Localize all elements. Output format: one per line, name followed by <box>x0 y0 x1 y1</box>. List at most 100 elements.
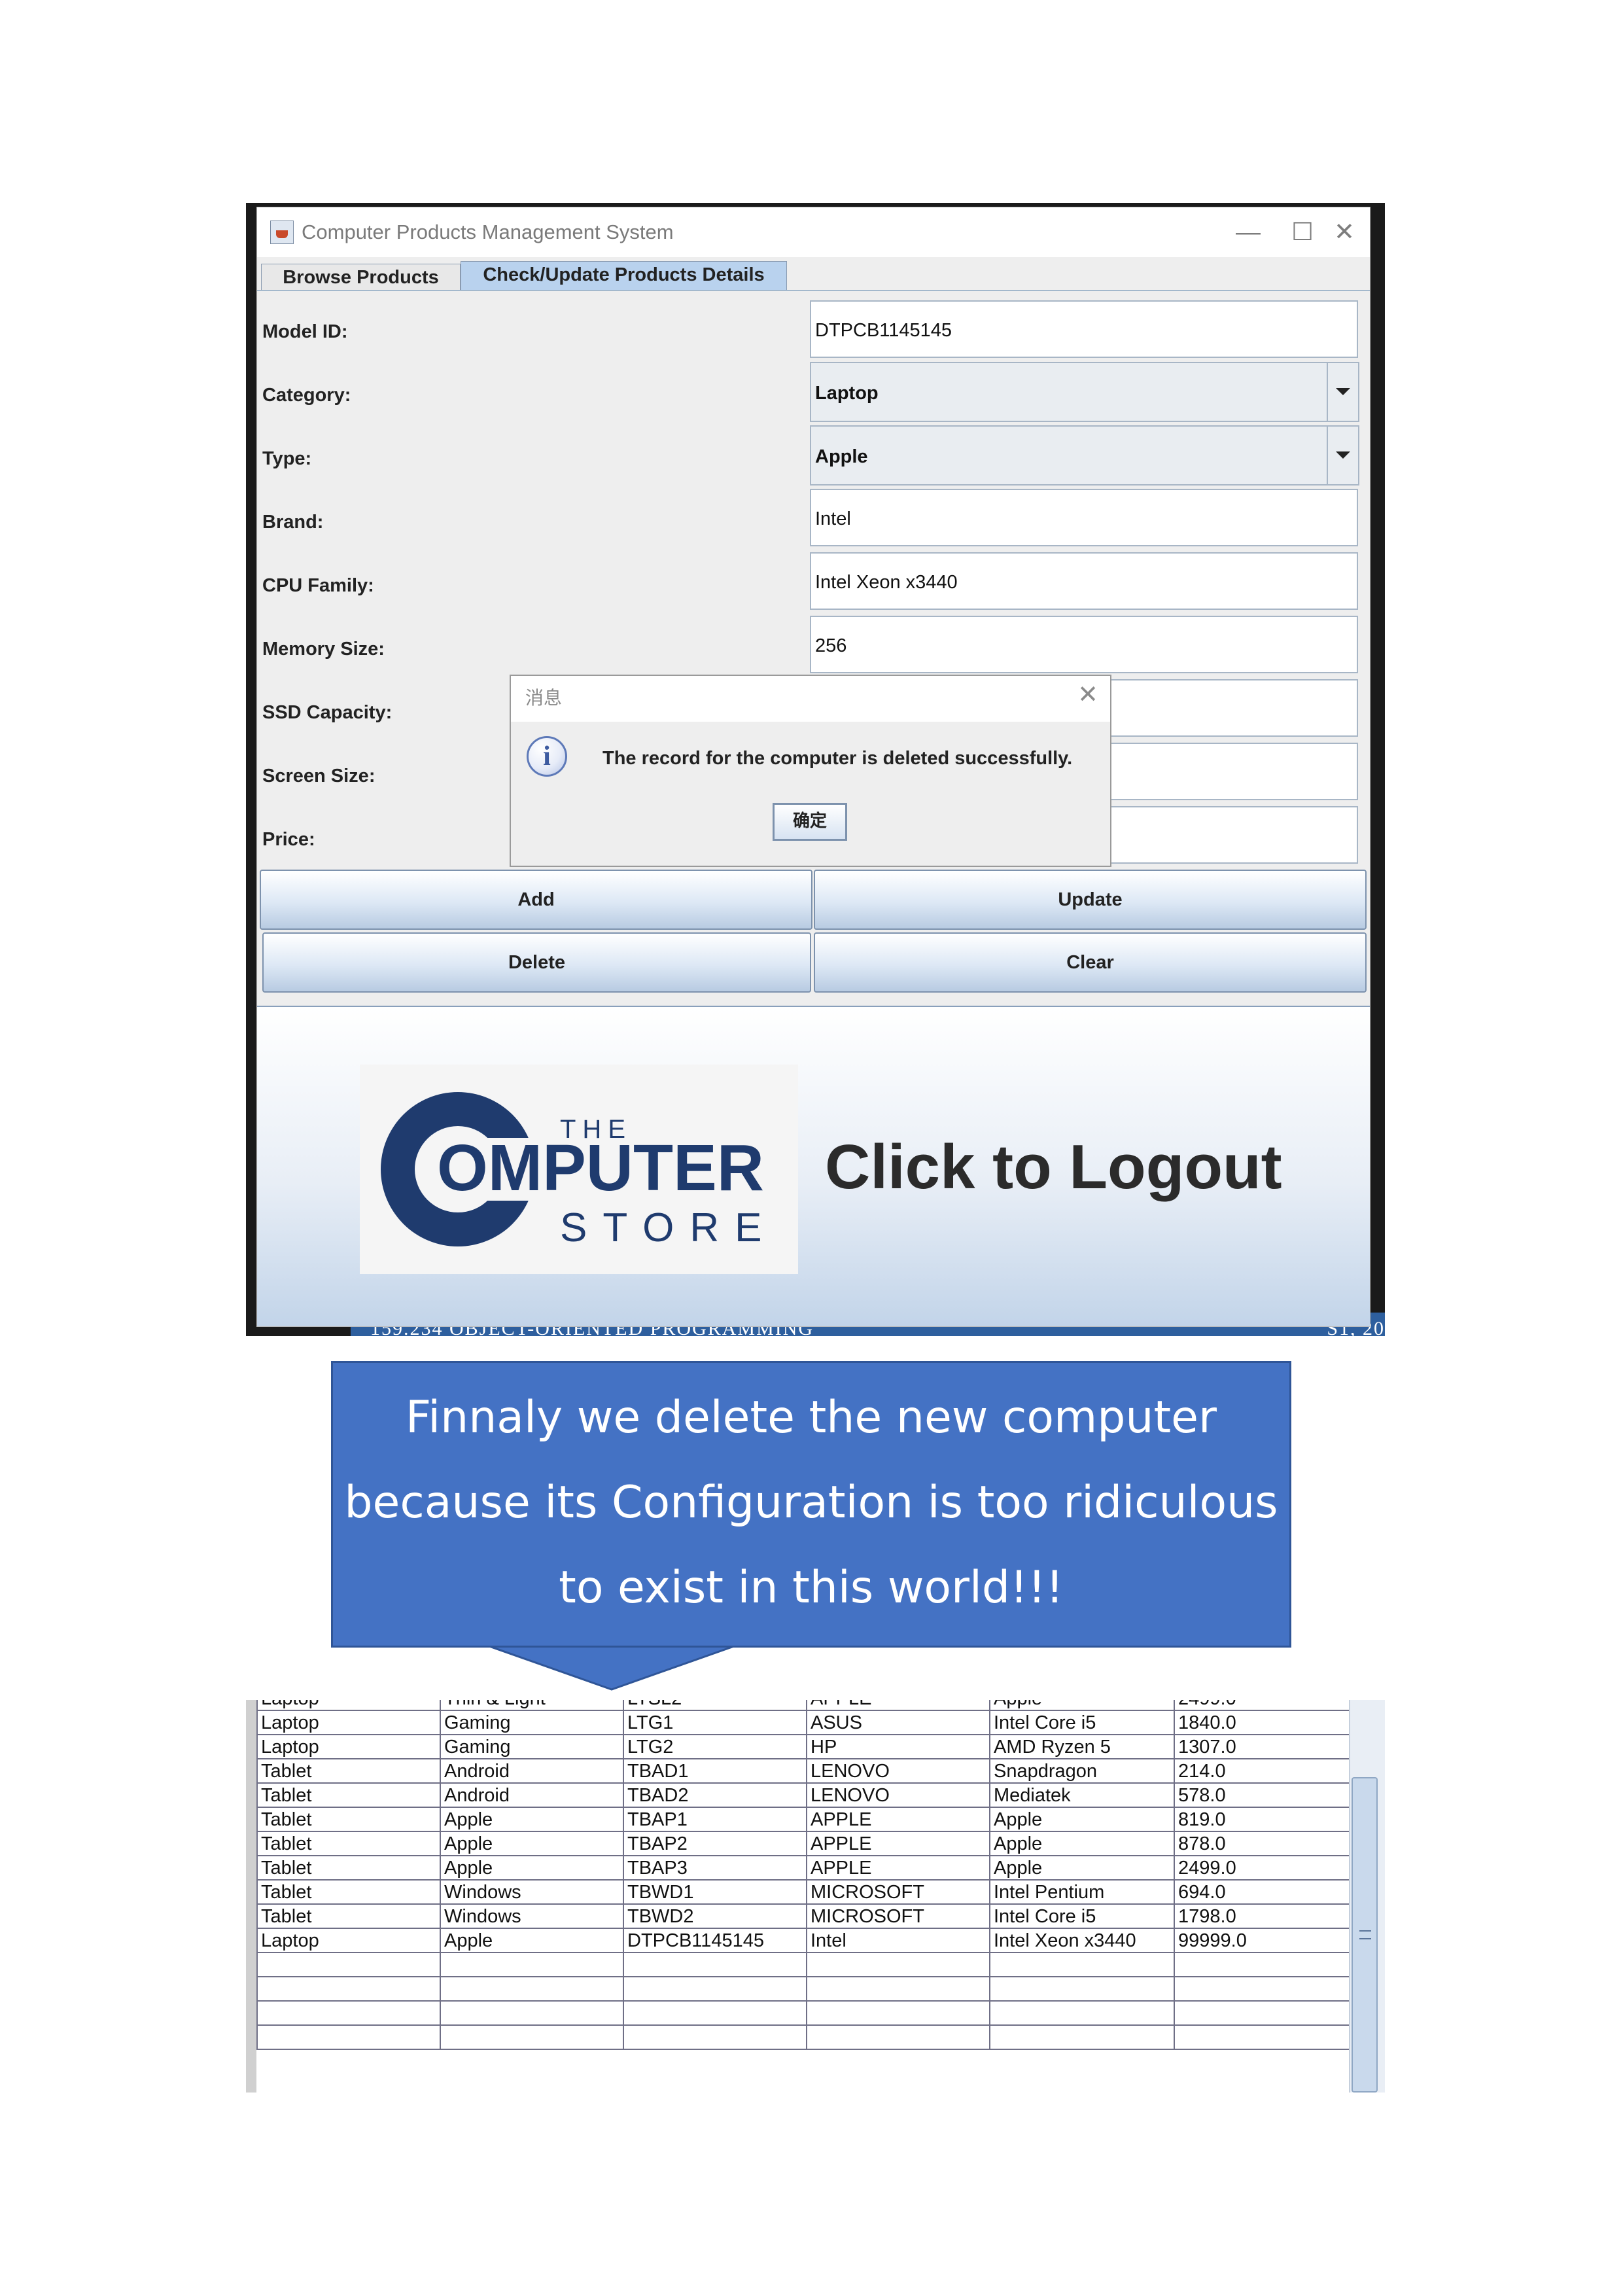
table-cell[interactable]: MICROSOFT <box>806 1903 990 1929</box>
table-cell[interactable]: Apple <box>440 1928 624 1953</box>
table-cell[interactable] <box>440 1976 624 2002</box>
table-cell[interactable] <box>989 2024 1175 2050</box>
table-row[interactable]: Tablet Apple TBAP1 APPLE Apple 819.0 <box>256 1807 1358 1832</box>
table-cell[interactable]: TBAD2 <box>623 1782 807 1808</box>
memory-size-field[interactable]: 256 <box>810 616 1358 673</box>
table-cell[interactable] <box>1174 1952 1358 1977</box>
table-row[interactable]: Tablet Apple TBAP3 APPLE Apple 2499.0 <box>256 1855 1358 1881</box>
table-cell[interactable]: Apple <box>989 1807 1175 1832</box>
category-select[interactable]: Laptop <box>810 362 1359 422</box>
table-cell[interactable]: Tablet <box>256 1782 441 1808</box>
table-row[interactable]: Laptop Apple DTPCB1145145 Intel Intel Xeon x… <box>256 1928 1358 1953</box>
table-row[interactable]: Tablet Apple TBAP2 APPLE Apple 878.0 <box>256 1831 1358 1856</box>
table-row[interactable]: Tablet Android TBAD2 LENOVO Mediatek 578.0 <box>256 1782 1358 1808</box>
table-row[interactable] <box>256 1952 1358 1977</box>
table-cell[interactable] <box>623 1976 807 2002</box>
table-cell[interactable]: LENOVO <box>806 1782 990 1808</box>
table-cell[interactable]: LENOVO <box>806 1758 990 1784</box>
logout-button[interactable]: THE OMPUTER STORE Click to Logout <box>257 1006 1370 1326</box>
cpu-family-field[interactable]: Intel Xeon x3440 <box>810 552 1358 610</box>
table-row[interactable]: Tablet Windows TBWD2 MICROSOFT Intel Core i5… <box>256 1903 1358 1929</box>
table-cell[interactable]: 1840.0 <box>1174 1710 1358 1735</box>
table-cell[interactable]: Windows <box>440 1879 624 1905</box>
table-cell[interactable]: 878.0 <box>1174 1831 1358 1856</box>
table-cell[interactable] <box>440 1952 624 1977</box>
table-cell[interactable]: TBAP3 <box>623 1855 807 1881</box>
table-cell[interactable]: Android <box>440 1758 624 1784</box>
table-cell[interactable]: Intel Core i5 <box>989 1903 1175 1929</box>
table-cell[interactable]: LTSL2 <box>623 1700 807 1711</box>
table-cell[interactable]: 578.0 <box>1174 1782 1358 1808</box>
table-cell[interactable]: 214.0 <box>1174 1758 1358 1784</box>
table-cell[interactable]: Tablet <box>256 1807 441 1832</box>
table-cell[interactable]: AMD Ryzen 5 <box>989 1734 1175 1759</box>
table-cell[interactable] <box>989 1952 1175 1977</box>
table-cell[interactable]: TBAP1 <box>623 1807 807 1832</box>
add-button[interactable]: Add <box>260 870 812 930</box>
table-cell[interactable]: Apple <box>440 1807 624 1832</box>
table-row[interactable] <box>256 1976 1358 2002</box>
table-cell[interactable]: Snapdragon <box>989 1758 1175 1784</box>
table-row[interactable]: Tablet Windows TBWD1 MICROSOFT Intel Pentium… <box>256 1879 1358 1905</box>
table-cell[interactable] <box>806 1952 990 1977</box>
brand-field[interactable]: Intel <box>810 489 1358 546</box>
table-cell[interactable]: HP <box>806 1734 990 1759</box>
table-cell[interactable]: Tablet <box>256 1831 441 1856</box>
table-cell[interactable]: MICROSOFT <box>806 1879 990 1905</box>
table-row[interactable]: LaptopThin & LightLTSL2APPLEApple2499.0 <box>256 1700 1358 1711</box>
table-cell[interactable]: Android <box>440 1782 624 1808</box>
table-cell[interactable]: Laptop <box>256 1734 441 1759</box>
table-row[interactable] <box>256 2000 1358 2026</box>
table-cell[interactable]: TBWD2 <box>623 1903 807 1929</box>
table-cell[interactable]: Tablet <box>256 1879 441 1905</box>
scrollbar-thumb[interactable] <box>1352 1777 1378 2093</box>
table-cell[interactable]: Apple <box>989 1700 1175 1711</box>
table-cell[interactable] <box>1174 2000 1358 2026</box>
table-cell[interactable] <box>440 2024 624 2050</box>
table-cell[interactable]: LTG1 <box>623 1710 807 1735</box>
table-cell[interactable] <box>256 1976 441 2002</box>
table-cell[interactable] <box>1174 1976 1358 2002</box>
table-cell[interactable] <box>623 2024 807 2050</box>
minimize-icon[interactable]: — <box>1229 214 1268 251</box>
table-cell[interactable] <box>256 2000 441 2026</box>
table-cell[interactable]: Tablet <box>256 1758 441 1784</box>
table-cell[interactable] <box>806 1976 990 2002</box>
table-cell[interactable]: 694.0 <box>1174 1879 1358 1905</box>
table-row[interactable]: Tablet Android TBAD1 LENOVO Snapdragon 214.0 <box>256 1758 1358 1784</box>
table-cell[interactable]: ASUS <box>806 1710 990 1735</box>
table-cell[interactable] <box>623 1952 807 1977</box>
close-icon[interactable]: ✕ <box>1077 680 1098 709</box>
table-cell[interactable] <box>806 2000 990 2026</box>
update-button[interactable]: Update <box>814 870 1367 930</box>
table-cell[interactable]: APPLE <box>806 1700 990 1711</box>
table-cell[interactable]: APPLE <box>806 1855 990 1881</box>
model-id-field[interactable]: DTPCB1145145 <box>810 300 1358 358</box>
table-cell[interactable] <box>440 2000 624 2026</box>
table-cell[interactable]: 2499.0 <box>1174 1700 1358 1711</box>
table-cell[interactable]: Apple <box>989 1855 1175 1881</box>
table-cell[interactable] <box>989 2000 1175 2026</box>
maximize-icon[interactable]: ☐ <box>1283 214 1322 251</box>
delete-button[interactable]: Delete <box>262 932 811 993</box>
table-cell[interactable] <box>623 2000 807 2026</box>
table-cell[interactable]: Laptop <box>256 1710 441 1735</box>
table-cell[interactable]: DTPCB1145145 <box>623 1928 807 1953</box>
table-cell[interactable]: Thin & Light <box>440 1700 624 1711</box>
table-cell[interactable]: Intel Pentium <box>989 1879 1175 1905</box>
table-cell[interactable]: Intel Core i5 <box>989 1710 1175 1735</box>
table-cell[interactable]: Laptop <box>256 1700 441 1711</box>
chevron-down-icon[interactable] <box>1327 363 1358 421</box>
table-cell[interactable]: Gaming <box>440 1734 624 1759</box>
tab-check-update-products[interactable]: Check/Update Products Details <box>461 261 787 290</box>
vertical-scrollbar[interactable] <box>1349 1700 1385 2093</box>
clear-button[interactable]: Clear <box>814 932 1367 993</box>
table-cell[interactable]: Tablet <box>256 1855 441 1881</box>
table-row[interactable] <box>256 2024 1358 2050</box>
table-row[interactable]: Laptop Gaming LTG2 HP AMD Ryzen 5 1307.0 <box>256 1734 1358 1759</box>
table-cell[interactable]: Apple <box>440 1831 624 1856</box>
table-cell[interactable]: Windows <box>440 1903 624 1929</box>
chevron-down-icon[interactable] <box>1327 427 1358 484</box>
type-select[interactable]: Apple <box>810 425 1359 486</box>
table-cell[interactable]: Laptop <box>256 1928 441 1953</box>
